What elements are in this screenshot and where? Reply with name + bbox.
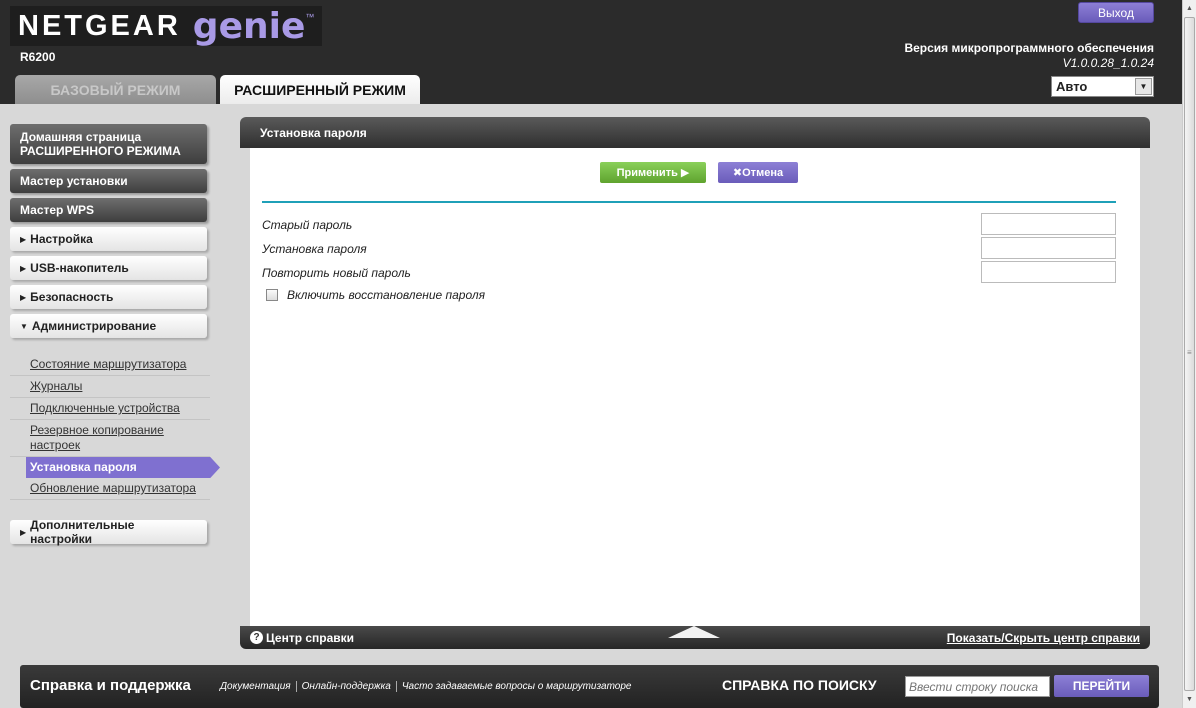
sidebar-item-administration[interactable]: ▼ Администрирование bbox=[10, 314, 207, 338]
cancel-button[interactable]: ✖Отмена bbox=[718, 162, 798, 183]
new-password-label: Установка пароля bbox=[262, 242, 367, 256]
administration-submenu: Состояние маршрутизатора Журналы Подключ… bbox=[10, 354, 220, 500]
administration-label: Администрирование bbox=[31, 319, 157, 333]
support-title: Справка и поддержка bbox=[30, 677, 191, 694]
usb-storage-label: USB-накопитель bbox=[30, 261, 129, 275]
documentation-link[interactable]: Документация bbox=[215, 681, 297, 692]
sidebar-item-wps-wizard[interactable]: Мастер WPS bbox=[10, 198, 207, 222]
go-button[interactable]: ПЕРЕЙТИ bbox=[1054, 675, 1149, 697]
old-password-input[interactable] bbox=[981, 213, 1116, 235]
router-model: R6200 bbox=[20, 50, 56, 64]
search-help-title: СПРАВКА ПО ПОИСКУ bbox=[722, 677, 877, 693]
subnav-set-password[interactable]: Установка пароля bbox=[26, 457, 220, 478]
setup-label: Настройка bbox=[30, 232, 93, 246]
scroll-thumb[interactable]: ≡ bbox=[1184, 17, 1195, 691]
advanced-home-line1: Домашняя страница bbox=[20, 130, 142, 144]
header: NETGEAR genie ™ R6200 Выход Версия микро… bbox=[0, 0, 1182, 104]
apply-button[interactable]: Применить ▶ bbox=[600, 162, 706, 183]
panel-title: Установка пароля bbox=[240, 117, 1150, 148]
support-bar: Справка и поддержка Документация Онлайн-… bbox=[20, 665, 1159, 708]
repeat-password-label: Повторить новый пароль bbox=[262, 266, 411, 280]
sidebar-item-advanced-home[interactable]: Домашняя страница РАСШИРЕННОГО РЕЖИМА bbox=[10, 124, 207, 164]
subnav-router-update[interactable]: Обновление маршрутизатора bbox=[10, 478, 210, 500]
logo-trademark: ™ bbox=[305, 12, 315, 22]
help-center-label: Центр справки bbox=[266, 631, 355, 645]
vertical-scrollbar[interactable]: ▲ ≡ ▼ bbox=[1182, 0, 1196, 708]
sidebar-item-security[interactable]: ▶ Безопасность bbox=[10, 285, 207, 309]
tab-basic-mode[interactable]: БАЗОВЫЙ РЕЖИМ bbox=[15, 75, 216, 104]
setup-wizard-label: Мастер установки bbox=[20, 174, 128, 188]
wps-wizard-label: Мастер WPS bbox=[20, 203, 95, 217]
sidebar-item-advanced-settings[interactable]: ▶ Дополнительные настройки bbox=[10, 518, 207, 546]
triangle-right-icon: ▶ bbox=[20, 234, 27, 244]
logo-netgear-text: NETGEAR bbox=[18, 9, 181, 42]
triangle-right-icon: ▶ bbox=[20, 263, 27, 273]
subnav-logs[interactable]: Журналы bbox=[10, 376, 210, 398]
toggle-help-link[interactable]: Показать/Скрыть центр справки bbox=[947, 631, 1140, 645]
advanced-home-line2: РАСШИРЕННОГО РЕЖИМА bbox=[20, 144, 181, 158]
expand-arrow-icon[interactable] bbox=[668, 626, 720, 638]
subnav-attached-devices[interactable]: Подключенные устройства bbox=[10, 398, 210, 420]
password-recovery-label: Включить восстановление пароля bbox=[287, 288, 486, 302]
subnav-router-status[interactable]: Состояние маршрутизатора bbox=[10, 354, 210, 376]
new-password-input[interactable] bbox=[981, 237, 1116, 259]
sidebar: Домашняя страница РАСШИРЕННОГО РЕЖИМА Ма… bbox=[10, 124, 220, 549]
help-center-bar: ? Центр справки Показать/Скрыть центр сп… bbox=[240, 626, 1150, 649]
language-selected-value: Авто bbox=[1056, 79, 1088, 94]
triangle-right-icon: ▶ bbox=[20, 527, 27, 537]
password-recovery-checkbox[interactable] bbox=[266, 289, 278, 301]
security-label: Безопасность bbox=[30, 290, 114, 304]
sidebar-item-setup[interactable]: ▶ Настройка bbox=[10, 227, 207, 251]
search-input[interactable] bbox=[905, 676, 1050, 697]
repeat-password-input[interactable] bbox=[981, 261, 1116, 283]
logout-button[interactable]: Выход bbox=[1078, 2, 1154, 23]
help-icon: ? bbox=[250, 631, 263, 644]
divider bbox=[262, 201, 1116, 203]
chevron-down-icon[interactable]: ▼ bbox=[1135, 78, 1152, 95]
firmware-label: Версия микропрограммного обеспечения bbox=[904, 41, 1154, 55]
firmware-version: V1.0.0.28_1.0.24 bbox=[1062, 56, 1154, 70]
old-password-label: Старый пароль bbox=[262, 218, 353, 232]
sidebar-item-setup-wizard[interactable]: Мастер установки bbox=[10, 169, 207, 193]
netgear-genie-logo: NETGEAR genie ™ bbox=[10, 5, 323, 47]
faq-link[interactable]: Часто задаваемые вопросы о маршрутизатор… bbox=[397, 681, 637, 692]
tab-advanced-mode[interactable]: РАСШИРЕННЫЙ РЕЖИМ bbox=[220, 75, 420, 104]
panel-body: Применить ▶ ✖Отмена Старый пароль Устано… bbox=[240, 148, 1150, 626]
language-select[interactable]: Авто ▼ bbox=[1051, 76, 1154, 97]
triangle-right-icon: ▶ bbox=[20, 292, 27, 302]
subnav-backup-settings[interactable]: Резервное копирование настроек bbox=[10, 420, 210, 457]
support-links: Документация Онлайн-поддержка Часто зада… bbox=[215, 681, 637, 692]
logo-genie-text: genie bbox=[192, 5, 306, 47]
triangle-down-icon: ▼ bbox=[20, 321, 28, 331]
grip-icon: ≡ bbox=[1187, 348, 1192, 357]
online-support-link[interactable]: Онлайн-поддержка bbox=[297, 681, 397, 692]
sidebar-item-usb-storage[interactable]: ▶ USB-накопитель bbox=[10, 256, 207, 280]
main-panel: Установка пароля Применить ▶ ✖Отмена Ста… bbox=[240, 117, 1150, 649]
scroll-down-icon[interactable]: ▼ bbox=[1183, 691, 1196, 708]
advanced-settings-label: Дополнительные настройки bbox=[30, 518, 135, 546]
scroll-up-icon[interactable]: ▲ bbox=[1183, 0, 1196, 17]
